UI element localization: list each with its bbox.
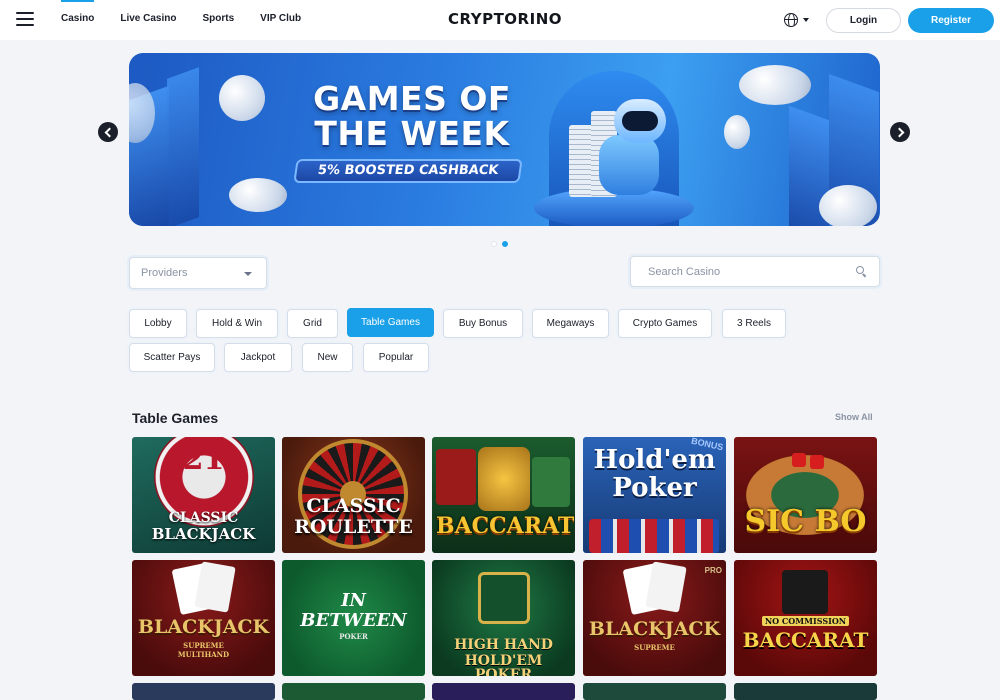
game-tile[interactable] <box>583 683 726 700</box>
game-tile-baccarat[interactable]: BACCARAT <box>432 437 575 553</box>
coin-graphic <box>819 185 877 226</box>
game-title: SIC BO <box>744 504 867 539</box>
game-tile-sic-bo[interactable]: SIC BO <box>734 437 877 553</box>
chip-grid[interactable]: Grid <box>287 309 338 338</box>
nav-vip-club[interactable]: VIP Club <box>247 0 314 40</box>
dice-graphic <box>810 455 824 469</box>
game-tile[interactable] <box>734 683 877 700</box>
chip-jackpot[interactable]: Jackpot <box>224 343 292 372</box>
banner-title: GAMES OF THE WEEK <box>297 81 527 151</box>
top-header: Casino Live Casino Sports VIP Club CRYPT… <box>0 0 1000 40</box>
game-title: CLASSIC <box>306 495 401 517</box>
game-title: BLACKJACK <box>588 618 721 640</box>
chip-3-reels[interactable]: 3 Reels <box>722 309 786 338</box>
game-title: ROULETTE <box>294 516 413 538</box>
card-graphic <box>645 561 687 613</box>
chips-graphic <box>589 519 719 553</box>
hamburger-menu-icon[interactable] <box>16 12 34 26</box>
game-tile-classic-roulette[interactable]: CLASSIC ROULETTE <box>282 437 425 553</box>
promo-banner[interactable]: GAMES OF THE WEEK 5% BOOSTED CASHBACK <box>129 53 880 226</box>
providers-placeholder: Providers <box>141 267 188 279</box>
emblem-graphic <box>478 572 530 624</box>
arrow-right-icon[interactable] <box>890 122 910 142</box>
coin-graphic <box>219 75 265 121</box>
section-title: Table Games <box>132 410 219 426</box>
game-title: IN <box>341 590 366 611</box>
game-tile-blackjack-supreme-pro[interactable]: PRO BLACKJACK SUPREME <box>583 560 726 676</box>
banner-title-line1: GAMES OF <box>313 79 511 118</box>
chip-popular[interactable]: Popular <box>363 343 429 372</box>
chip-table-games[interactable]: Table Games <box>347 308 434 337</box>
chip-megaways[interactable]: Megaways <box>532 309 609 338</box>
medallion-graphic <box>478 447 530 511</box>
carousel-dot-active[interactable] <box>502 241 508 247</box>
game-subtitle: SUPREME <box>183 641 224 650</box>
card-graphic <box>194 561 236 613</box>
game-title: BACCARAT <box>436 513 575 539</box>
game-subtitle: NO COMMISSION <box>762 616 849 627</box>
astronaut-graphic <box>599 135 659 195</box>
game-tile[interactable] <box>282 683 425 700</box>
game-title: CLASSIC <box>168 510 239 526</box>
game-subtitle: MULTIHAND <box>177 650 230 659</box>
astronaut-visor <box>622 111 658 131</box>
chip-new[interactable]: New <box>302 343 353 372</box>
providers-dropdown[interactable]: Providers <box>129 257 267 289</box>
globe-icon <box>784 13 798 27</box>
banner-subtitle: 5% BOOSTED CASHBACK <box>293 159 523 183</box>
login-button[interactable]: Login <box>826 8 901 33</box>
game-tile-high-hand-holdem-poker[interactable]: HIGH HAND HOLD'EM POKER <box>432 560 575 676</box>
search-icon[interactable] <box>856 266 866 276</box>
game-title: HIGH HAND <box>454 637 553 653</box>
show-all-link[interactable]: Show All <box>835 412 873 422</box>
chip-crypto-games[interactable]: Crypto Games <box>618 309 712 338</box>
search-input[interactable] <box>631 257 841 286</box>
game-tile[interactable] <box>432 683 575 700</box>
game-tile-blackjack-supreme-multihand[interactable]: BLACKJACK SUPREME MULTIHAND <box>132 560 275 676</box>
nav-live-casino[interactable]: Live Casino <box>107 0 189 40</box>
game-tile-classic-blackjack[interactable]: 21 CLASSIC BLACKJACK <box>132 437 275 553</box>
game-title: HOLD'EM POKER <box>464 653 543 676</box>
language-selector[interactable] <box>784 11 814 29</box>
chevron-down-icon <box>803 18 809 22</box>
game-tile[interactable] <box>132 683 275 700</box>
game-tile-in-between-poker[interactable]: IN BETWEEN POKER <box>282 560 425 676</box>
character-graphic <box>436 449 476 505</box>
dice-graphic <box>792 453 806 467</box>
chip-scatter-pays[interactable]: Scatter Pays <box>129 343 215 372</box>
game-subtitle: SUPREME <box>634 643 675 652</box>
coin-graphic <box>739 65 811 105</box>
card-suits-graphic <box>782 570 828 614</box>
game-tile-no-commission-baccarat[interactable]: NO COMMISSION BACCARAT <box>734 560 877 676</box>
pro-tag: PRO <box>704 566 722 575</box>
chip-hold-and-win[interactable]: Hold & Win <box>196 309 278 338</box>
game-title: BLACKJACK <box>151 525 256 543</box>
main-nav: Casino Live Casino Sports VIP Club <box>48 0 314 40</box>
site-logo[interactable]: CRYPTORINO <box>440 10 570 28</box>
arrow-left-icon[interactable] <box>98 122 118 142</box>
nav-sports[interactable]: Sports <box>189 0 247 40</box>
nav-casino[interactable]: Casino <box>48 0 107 40</box>
coin-graphic <box>724 115 750 149</box>
game-subtitle: POKER <box>339 632 368 641</box>
carousel-dot[interactable] <box>491 241 497 247</box>
game-title: BACCARAT <box>742 628 869 652</box>
chevron-down-icon <box>244 272 252 276</box>
coin-graphic <box>229 178 287 212</box>
game-tile-holdem-poker[interactable]: BONUS Hold'em Poker <box>583 437 726 553</box>
carousel-dots <box>491 241 508 247</box>
banner-title-line2: THE WEEK <box>314 114 510 153</box>
chip-lobby[interactable]: Lobby <box>129 309 187 338</box>
game-title: Poker <box>612 473 697 503</box>
chip-buy-bonus[interactable]: Buy Bonus <box>443 309 523 338</box>
game-title: 21 <box>182 442 225 477</box>
game-title: Hold'em <box>593 445 716 475</box>
game-title: BLACKJACK <box>137 616 270 638</box>
register-button[interactable]: Register <box>908 8 994 33</box>
character-graphic <box>532 457 570 507</box>
banner-pillar <box>167 67 199 226</box>
search-box[interactable] <box>630 256 880 287</box>
game-title: BETWEEN <box>300 610 407 631</box>
